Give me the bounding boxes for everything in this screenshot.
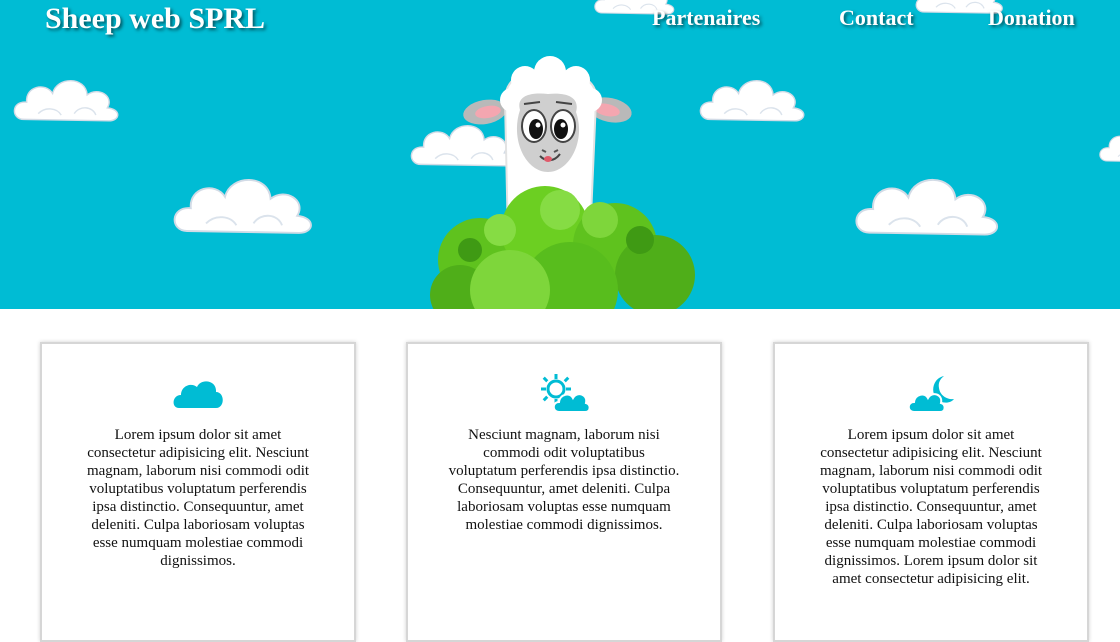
nav-link-donation[interactable]: Donation <box>988 4 1075 32</box>
cloud-icon <box>173 381 223 408</box>
info-card: Lorem ipsum dolor sit amet consectetur a… <box>773 342 1089 642</box>
card-text: Lorem ipsum dolor sit amet consectetur a… <box>819 427 1043 587</box>
brand-title[interactable]: Sheep web SPRL <box>45 0 265 38</box>
info-card: Lorem ipsum dolor sit amet consectetur a… <box>40 342 356 642</box>
sun-cloud-icon <box>541 374 589 413</box>
moon-cloud-icon <box>907 376 954 413</box>
hero-illustration <box>0 0 1120 309</box>
info-card: Nesciunt magnam, laborum nisi commodi od… <box>406 342 722 642</box>
nav-link-contact[interactable]: Contact <box>839 4 914 32</box>
card-text: Nesciunt magnam, laborum nisi commodi od… <box>448 427 680 533</box>
nav-link-partenaires[interactable]: Partenaires <box>652 4 760 32</box>
hero-banner: Sheep web SPRL Partenaires Contact Donat… <box>0 0 1120 309</box>
card-text: Lorem ipsum dolor sit amet consectetur a… <box>86 427 310 569</box>
